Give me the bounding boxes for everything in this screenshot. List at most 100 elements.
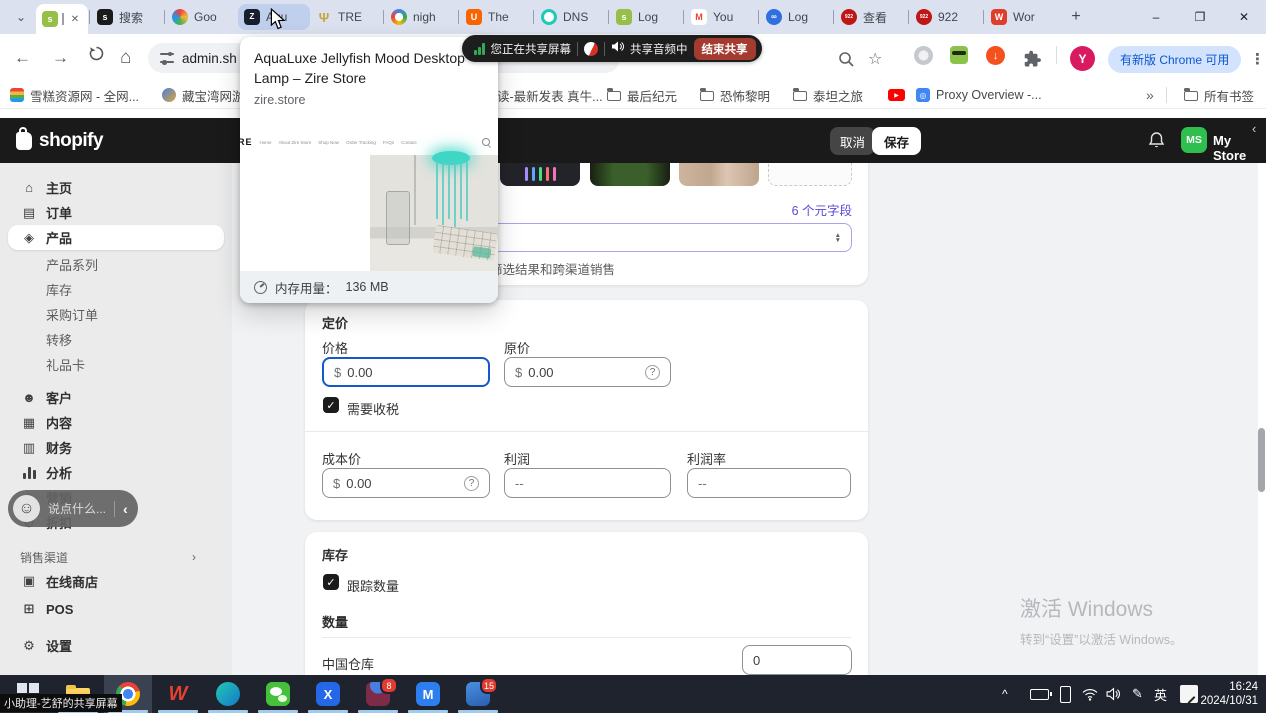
tab-close-icon[interactable]: ✕ — [68, 12, 82, 26]
sidebar-item-pos[interactable]: ⊞POS — [0, 595, 232, 623]
home-icon[interactable]: ⌂ — [120, 47, 131, 69]
notifications-bell-icon[interactable] — [1148, 131, 1165, 154]
tab-chakan[interactable]: 查看 — [835, 4, 907, 30]
tab-wor[interactable]: Wor — [985, 4, 1057, 30]
reload-icon[interactable] — [88, 45, 105, 68]
extensions-puzzle-icon[interactable] — [1024, 46, 1042, 72]
bookmark-du[interactable]: 读-最新发表 真牛... — [497, 82, 603, 108]
zoom-icon[interactable] — [838, 46, 855, 72]
tab-tre[interactable]: TRE — [310, 4, 382, 30]
sticky-note-icon[interactable] — [1180, 675, 1198, 713]
show-hidden-icons-button[interactable]: ^ — [1002, 675, 1008, 713]
tab-nigh[interactable]: nigh — [385, 4, 457, 30]
tab-dns[interactable]: DNS — [535, 4, 607, 30]
sidebar-item-content[interactable]: ▦内容 — [0, 410, 232, 435]
bookmark-cangbaowan[interactable]: 藏宝湾网游 — [162, 82, 245, 108]
phone-link-icon[interactable] — [1060, 675, 1071, 713]
bookmark-youtube[interactable]: ▶ — [888, 82, 905, 108]
bookmark-proxy[interactable]: ◎Proxy Overview -... — [916, 82, 1042, 108]
tab-you[interactable]: You — [685, 4, 757, 30]
all-bookmarks-button[interactable]: 所有书签 — [1184, 82, 1254, 108]
profit-input[interactable]: -- — [504, 468, 671, 498]
x-app-button[interactable]: X — [316, 682, 340, 706]
page-scrollbar-thumb[interactable] — [1258, 428, 1265, 492]
help-icon[interactable]: ? — [464, 476, 479, 491]
tab-922[interactable]: 922 — [910, 4, 982, 30]
sidebar-item-settings[interactable]: ⚙设置 — [0, 633, 232, 658]
bookmark-folder-taitanzhilv[interactable]: 泰坦之旅 — [793, 82, 863, 108]
sidebar-subitem-purchase-orders[interactable]: 采购订单 — [0, 302, 232, 327]
sales-channels-header[interactable]: 销售渠道› — [0, 547, 232, 567]
wps-button[interactable]: W — [166, 682, 190, 706]
sidebar-item-customers[interactable]: ☻客户 — [0, 385, 232, 410]
sidebar-item-finance[interactable]: ▥财务 — [0, 435, 232, 460]
wechat-button[interactable] — [266, 682, 290, 706]
maximize-button[interactable]: ❐ — [1178, 0, 1222, 34]
cost-input[interactable]: $ ? — [322, 468, 490, 498]
chevron-right-icon[interactable]: › — [192, 550, 196, 564]
compare-price-input[interactable]: $ ? — [504, 357, 671, 387]
extension-glasses-icon[interactable] — [950, 46, 968, 64]
site-info-icon[interactable] — [160, 53, 174, 63]
minimize-button[interactable]: – — [1134, 0, 1178, 34]
collapse-chevron-icon[interactable]: ‹ — [123, 501, 128, 517]
bookmark-folder-zuihoujiyuan[interactable]: 最后纪元 — [607, 82, 677, 108]
new-tab-button[interactable]: + — [1063, 4, 1089, 30]
sidebar-item-home[interactable]: ⌂主页 — [0, 175, 232, 200]
input-method-indicator[interactable]: 英 — [1154, 675, 1167, 713]
store-avatar[interactable]: MS — [1181, 127, 1207, 153]
tab-goo[interactable]: Goo — [166, 4, 238, 30]
bookmarks-overflow-button[interactable]: » — [1146, 82, 1154, 108]
wifi-icon[interactable] — [1082, 675, 1098, 713]
volume-icon[interactable] — [1106, 675, 1120, 713]
sidebar-item-orders[interactable]: ▤订单 — [0, 200, 232, 225]
profile-avatar[interactable]: Y — [1070, 46, 1095, 71]
metafields-link[interactable]: 6 个元字段 — [792, 200, 852, 219]
sidebar-subitem-transfers[interactable]: 转移 — [0, 327, 232, 352]
cancel-button[interactable]: 取消 — [830, 127, 875, 155]
forward-icon[interactable]: → — [52, 47, 69, 69]
tab-search-button[interactable]: ⌄ — [6, 3, 36, 31]
url-text[interactable]: admin.sh — [182, 51, 237, 66]
add-media-dropzone[interactable] — [768, 163, 852, 186]
chrome-update-button[interactable]: 有新版 Chrome 可用 — [1108, 46, 1241, 73]
stop-sharing-button[interactable]: 结束共享 — [694, 38, 756, 60]
sidebar-item-online-store[interactable]: ▣在线商店 — [0, 567, 232, 595]
store-name[interactable]: My Store — [1213, 133, 1266, 163]
sidebar-subitem-collections[interactable]: 产品系列 — [0, 252, 232, 277]
bookmark-folder-kongbuliming[interactable]: 恐怖黎明 — [700, 82, 770, 108]
battery-icon[interactable] — [1030, 675, 1049, 713]
bookmark-star-icon[interactable]: ☆ — [868, 46, 882, 72]
price-input[interactable]: $ — [322, 357, 490, 387]
bookmark-xuegao[interactable]: 雪糕资源网 - 全网... — [10, 82, 139, 108]
tab-active-shopify[interactable]: ✕ — [36, 4, 88, 34]
comment-input-placeholder[interactable]: 说点什么... — [48, 500, 106, 517]
menu-dots-icon[interactable]: ⋮ — [1250, 46, 1265, 72]
sidebar-item-analytics[interactable]: 分析 — [0, 460, 232, 485]
sidebar-subitem-inventory[interactable]: 库存 — [0, 277, 232, 302]
pen-icon[interactable]: ✎ — [1132, 675, 1143, 713]
quantity-input[interactable]: 0 — [742, 645, 852, 675]
tab-sousuo[interactable]: 搜索 — [91, 4, 163, 30]
taskbar-clock[interactable]: 16:24 2024/10/31 — [1200, 680, 1258, 708]
m-app-button[interactable]: M — [416, 682, 440, 706]
close-button[interactable]: ✕ — [1222, 0, 1266, 34]
cost-value-field[interactable] — [346, 476, 436, 491]
chevron-left-icon[interactable]: ‹ — [1252, 121, 1256, 136]
track-quantity-checkbox[interactable] — [323, 574, 339, 590]
save-button[interactable]: 保存 — [872, 127, 921, 155]
margin-input[interactable]: -- — [687, 468, 851, 498]
product-thumbnail-dark-scene[interactable] — [590, 163, 670, 186]
extension-download-icon[interactable]: ↓ — [986, 46, 1005, 65]
sidebar-subitem-gift-cards[interactable]: 礼品卡 — [0, 352, 232, 377]
product-thumbnail-beige[interactable] — [679, 163, 759, 186]
charge-tax-checkbox[interactable] — [323, 397, 339, 413]
extension-link-icon[interactable] — [914, 46, 933, 65]
tab-log2[interactable]: Log — [760, 4, 832, 30]
product-thumbnail-jellyfish-colors[interactable] — [500, 163, 580, 186]
help-icon[interactable]: ? — [645, 365, 660, 380]
cloud-app-button[interactable]: 8 — [366, 682, 390, 706]
price-value-field[interactable] — [347, 365, 437, 380]
tab-the[interactable]: The — [460, 4, 532, 30]
compare-value-field[interactable] — [528, 365, 618, 380]
